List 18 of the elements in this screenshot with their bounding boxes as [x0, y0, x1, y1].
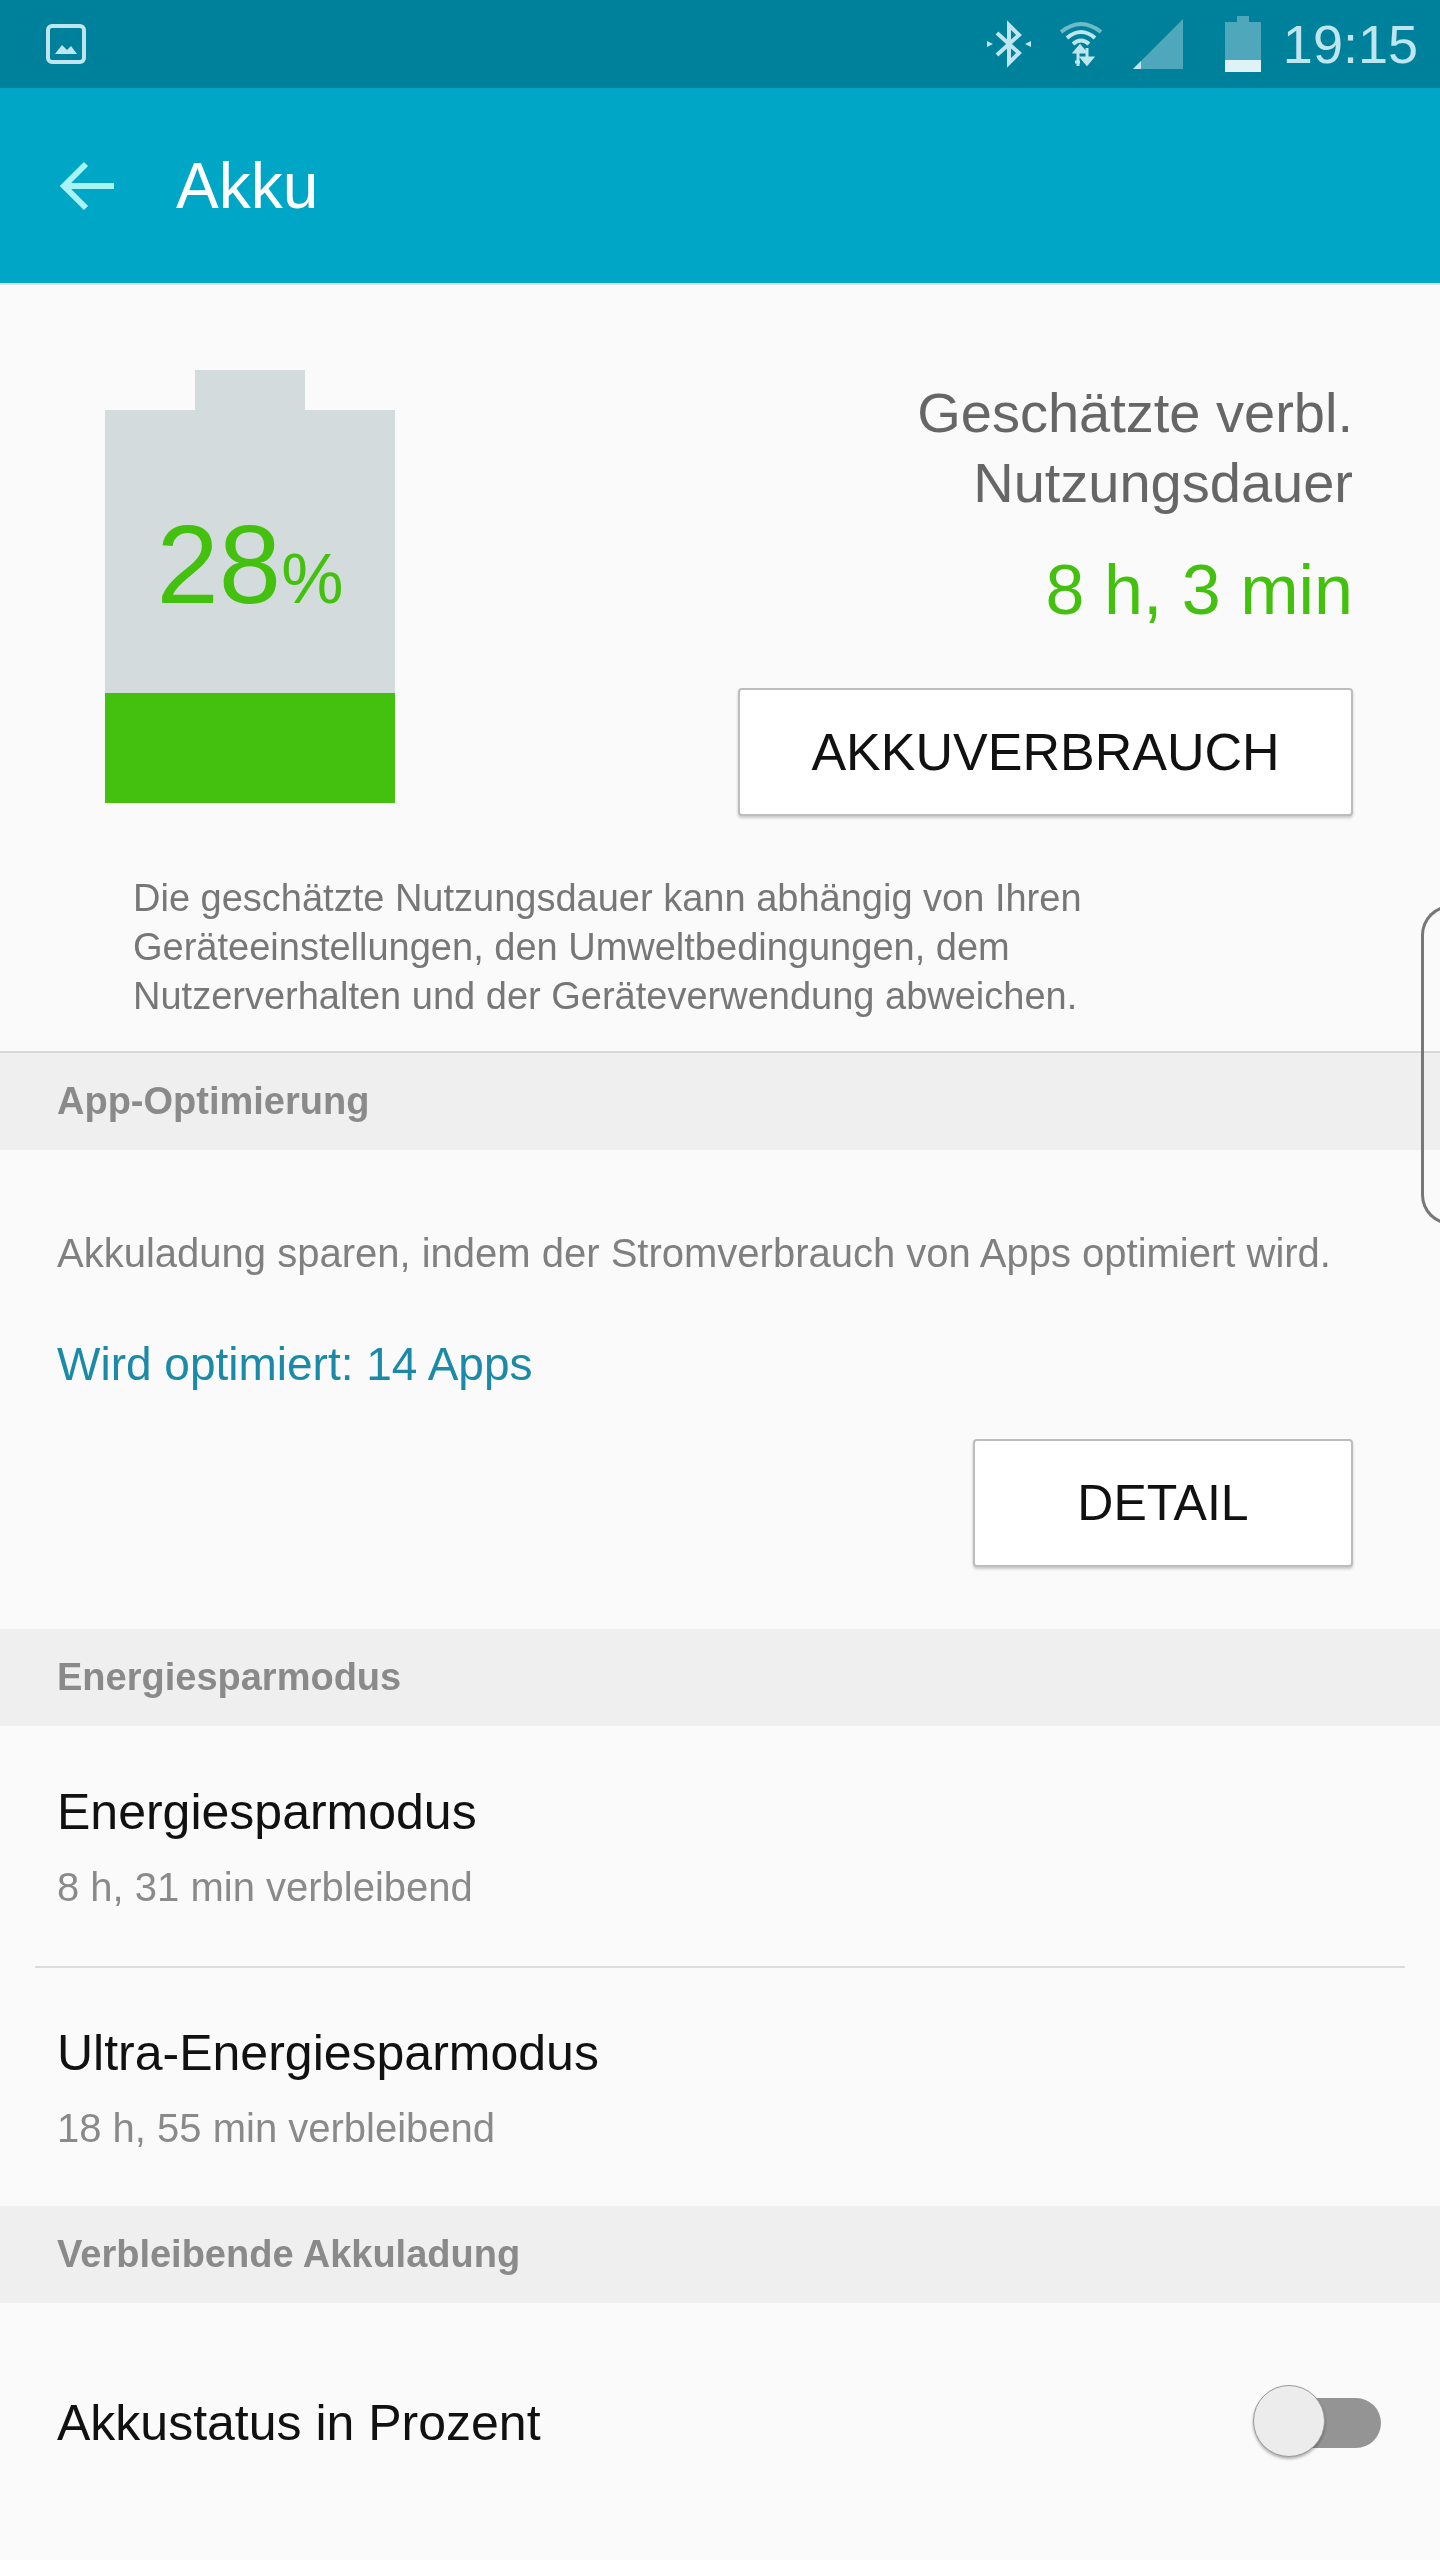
- section-header: App-Optimierung: [0, 1053, 1440, 1150]
- optimized-apps-link[interactable]: Wird optimiert: 14 Apps: [57, 1337, 533, 1391]
- setting-item[interactable]: Energiesparmodus 8 h, 31 min verbleibend: [35, 1726, 1405, 1966]
- estimate-label: Geschätzte verbl. Nutzungsdauer: [916, 380, 1353, 516]
- gallery-icon: [46, 24, 86, 64]
- battery-usage-button[interactable]: AKKUVERBRAUCH: [738, 688, 1353, 816]
- setting-title: Akkustatus in Prozent: [57, 2394, 541, 2452]
- section-header: Verbleibende Akkuladung: [0, 2206, 1440, 2303]
- page-title: Akku: [176, 148, 319, 223]
- estimate-value: 8 h, 3 min: [1045, 550, 1353, 630]
- section-header: Energiesparmodus: [0, 1629, 1440, 1726]
- battery-icon: [1224, 16, 1261, 72]
- bluetooth-icon: [984, 19, 1033, 69]
- description-text: Akkuladung sparen, indem der Stromverbrauch von Apps optimiert wird.: [57, 1230, 1332, 1277]
- battery-percentage: 28%: [155, 501, 345, 629]
- note-text: Die geschätzte Nutzungsdauer kann abhängig von Ihren Geräteeinstellungen, den Umweltbedingungen, dem Nutzerverhalten und der Geräteverwendung abweichen.: [133, 876, 1083, 1019]
- clock-time: 19:15: [1282, 13, 1418, 75]
- detail-button[interactable]: DETAIL: [973, 1439, 1353, 1567]
